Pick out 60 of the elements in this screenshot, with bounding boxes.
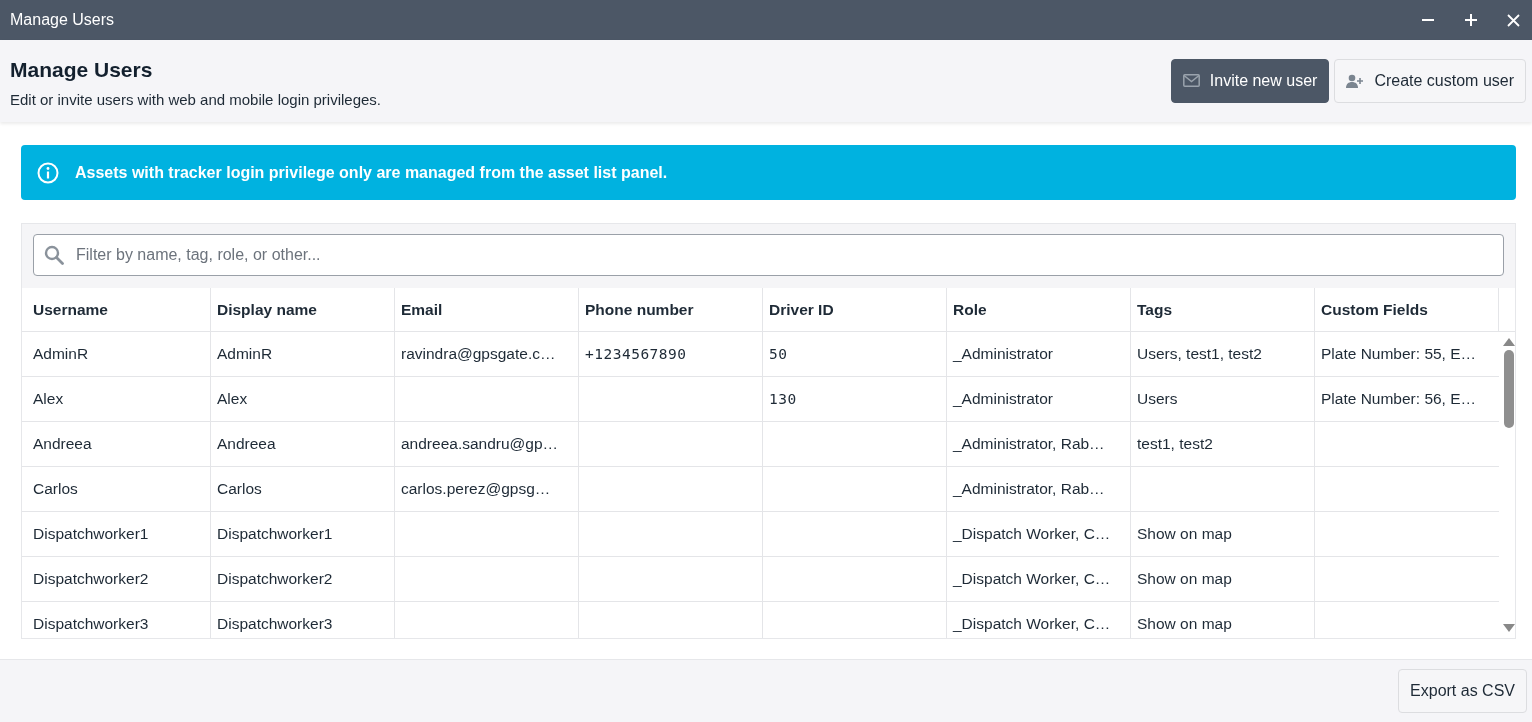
column-header[interactable]: Phone number	[579, 288, 763, 331]
table-cell: Carlos	[211, 467, 395, 511]
column-header[interactable]: Email	[395, 288, 579, 331]
table-cell: +1234567890	[579, 332, 763, 376]
maximize-icon[interactable]	[1464, 13, 1478, 27]
table-cell: Show on map	[1131, 557, 1315, 601]
envelope-icon	[1182, 74, 1200, 87]
table-cell: AdminR	[22, 332, 211, 376]
column-header[interactable]: Username	[22, 288, 211, 331]
user-plus-icon	[1346, 73, 1365, 88]
window-title: Manage Users	[10, 11, 115, 29]
table-cell: _Dispatch Worker, C…	[947, 512, 1131, 556]
table-cell: test1, test2	[1131, 422, 1315, 466]
scroll-down-icon[interactable]	[1503, 624, 1515, 632]
table-cell: Andreea	[22, 422, 211, 466]
table-cell-text: Plate Number: 56, E…	[1320, 389, 1478, 409]
search-icon	[44, 245, 64, 265]
table-cell-text: Plate Number: 55, E…	[1320, 344, 1478, 364]
table-cell: Dispatchworker2	[22, 557, 211, 601]
table-cell: _Dispatch Worker, C…	[947, 557, 1131, 601]
scroll-up-icon[interactable]	[1503, 338, 1515, 346]
table-cell: Dispatchworker1	[22, 512, 211, 556]
banner-text: Assets with tracker login privilege only are managed from the asset list panel.	[75, 163, 668, 182]
table-cell: Show on map	[1131, 512, 1315, 556]
table-cell: andreea.sandru@gp…	[395, 422, 579, 466]
table-cell: _Administrator, Rab…	[947, 467, 1131, 511]
table-cell: Dispatchworker1	[211, 512, 395, 556]
column-header[interactable]: Custom Fields	[1315, 288, 1499, 331]
table-cell: Users, test1, test2	[1131, 332, 1315, 376]
export-button[interactable]: Export as CSV	[1398, 669, 1527, 713]
table-cell: Dispatchworker2	[211, 557, 395, 601]
close-icon[interactable]	[1507, 13, 1520, 27]
table-cell: Dispatchworker3	[22, 602, 211, 638]
column-header[interactable]: Tags	[1131, 288, 1315, 331]
column-header[interactable]: Display name	[211, 288, 395, 331]
table-cell: _Dispatch Worker, C…	[947, 602, 1131, 638]
create-user-button[interactable]: Create custom user	[1334, 58, 1526, 103]
filter-field[interactable]: Filter by name, tag, role, or other...	[33, 234, 1504, 276]
table-cell: Dispatchworker3	[211, 602, 395, 638]
info-icon	[37, 161, 59, 184]
page-title: Manage Users	[10, 58, 154, 82]
table-cell: ravindra@gpsgate.c…	[395, 332, 579, 376]
column-header[interactable]: Role	[947, 288, 1131, 331]
table-cell: 50	[763, 332, 947, 376]
table-cell: Alex	[22, 377, 211, 421]
table-cell: _Administrator, Rab…	[947, 422, 1131, 466]
table-cell: 130	[763, 377, 947, 421]
table-cell: Andreea	[211, 422, 395, 466]
scroll-thumb[interactable]	[1504, 350, 1514, 428]
column-header[interactable]: Driver ID	[763, 288, 947, 331]
table-cell: _Administrator	[947, 377, 1131, 421]
page-subtitle: Edit or invite users with web and mobile login privileges.	[10, 91, 381, 108]
table-cell: Users	[1131, 377, 1315, 421]
table-cell: Carlos	[22, 467, 211, 511]
table-cell: Show on map	[1131, 602, 1315, 638]
table-cell: carlos.perez@gpsg…	[395, 467, 579, 511]
table-cell: AdminR	[211, 332, 395, 376]
invite-button[interactable]: Invite new user	[1170, 58, 1330, 103]
table-cell: Alex	[211, 377, 395, 421]
table-cell: _Administrator	[947, 332, 1131, 376]
